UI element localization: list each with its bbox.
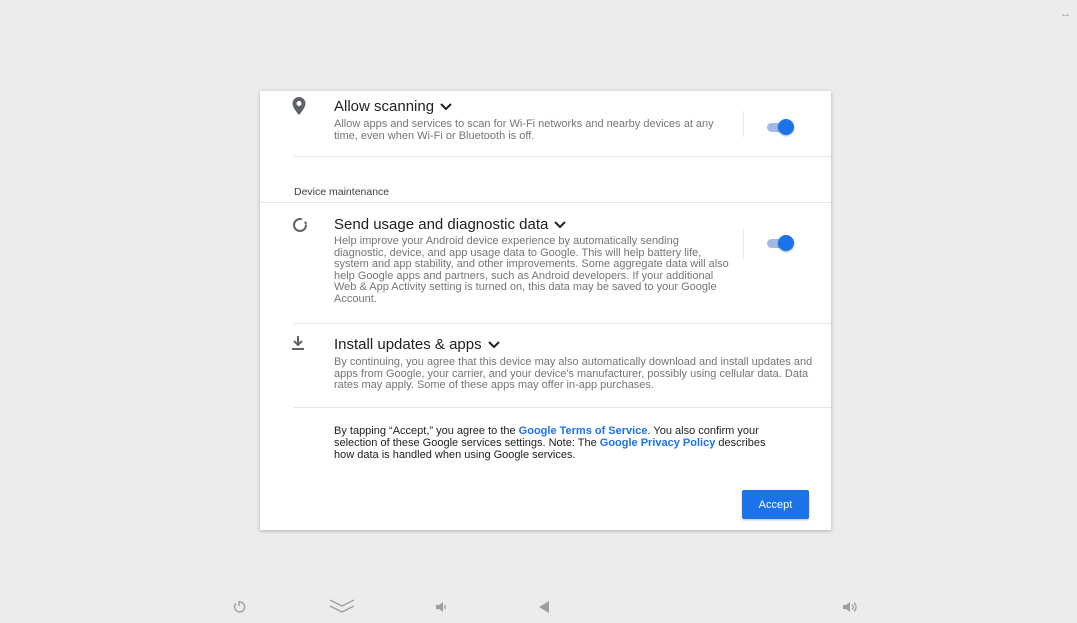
install-updates-description: By continuing, you agree that this devic… [334, 356, 813, 391]
terms-of-service-link[interactable]: Google Terms of Service [519, 425, 648, 437]
volume-down-icon[interactable] [435, 600, 449, 617]
download-icon [292, 336, 312, 356]
toggle-thumb [778, 119, 794, 135]
usage-diagnostics-toggle[interactable] [765, 235, 795, 251]
toggle-separator [743, 229, 744, 259]
install-updates-title[interactable]: Install updates & apps [334, 336, 500, 353]
allow-scanning-title[interactable]: Allow scanning [334, 98, 452, 115]
volume-up-icon[interactable] [842, 600, 858, 617]
allow-scanning-row[interactable]: Allow scanning Allow apps and services t… [292, 91, 831, 157]
allow-scanning-toggle[interactable] [765, 119, 795, 135]
device-maintenance-heading: Device maintenance [294, 186, 390, 198]
privacy-policy-link[interactable]: Google Privacy Policy [600, 437, 716, 449]
keyboard-hide-icon[interactable] [328, 598, 356, 617]
toggle-thumb [778, 235, 794, 251]
toggle-separator [743, 111, 744, 137]
google-services-dialog: Allow scanning Allow apps and services t… [260, 91, 831, 530]
allow-scanning-description: Allow apps and services to scan for Wi-F… [334, 118, 714, 142]
usage-diagnostics-description: Help improve your Android device experie… [334, 235, 729, 305]
terms-text: By tapping “Accept,” you agree to the Go… [334, 425, 766, 461]
navigation-bar [0, 596, 1077, 623]
location-pin-icon [292, 97, 312, 117]
chevron-down-icon[interactable] [487, 340, 500, 349]
usage-diagnostics-row[interactable]: Send usage and diagnostic data Help impr… [292, 203, 831, 323]
chevron-down-icon[interactable] [440, 102, 452, 111]
accept-button[interactable]: Accept [742, 490, 809, 519]
chevron-down-icon[interactable] [554, 220, 567, 229]
divider [294, 407, 831, 408]
divider [294, 156, 831, 157]
power-icon[interactable] [232, 600, 246, 617]
back-icon[interactable] [538, 600, 550, 617]
resize-icon[interactable]: ↔ [1060, 8, 1071, 20]
install-updates-row[interactable]: Install updates & apps By continuing, yo… [292, 324, 831, 408]
usage-diagnostics-title[interactable]: Send usage and diagnostic data [334, 216, 567, 233]
loading-circle-icon [292, 217, 312, 237]
